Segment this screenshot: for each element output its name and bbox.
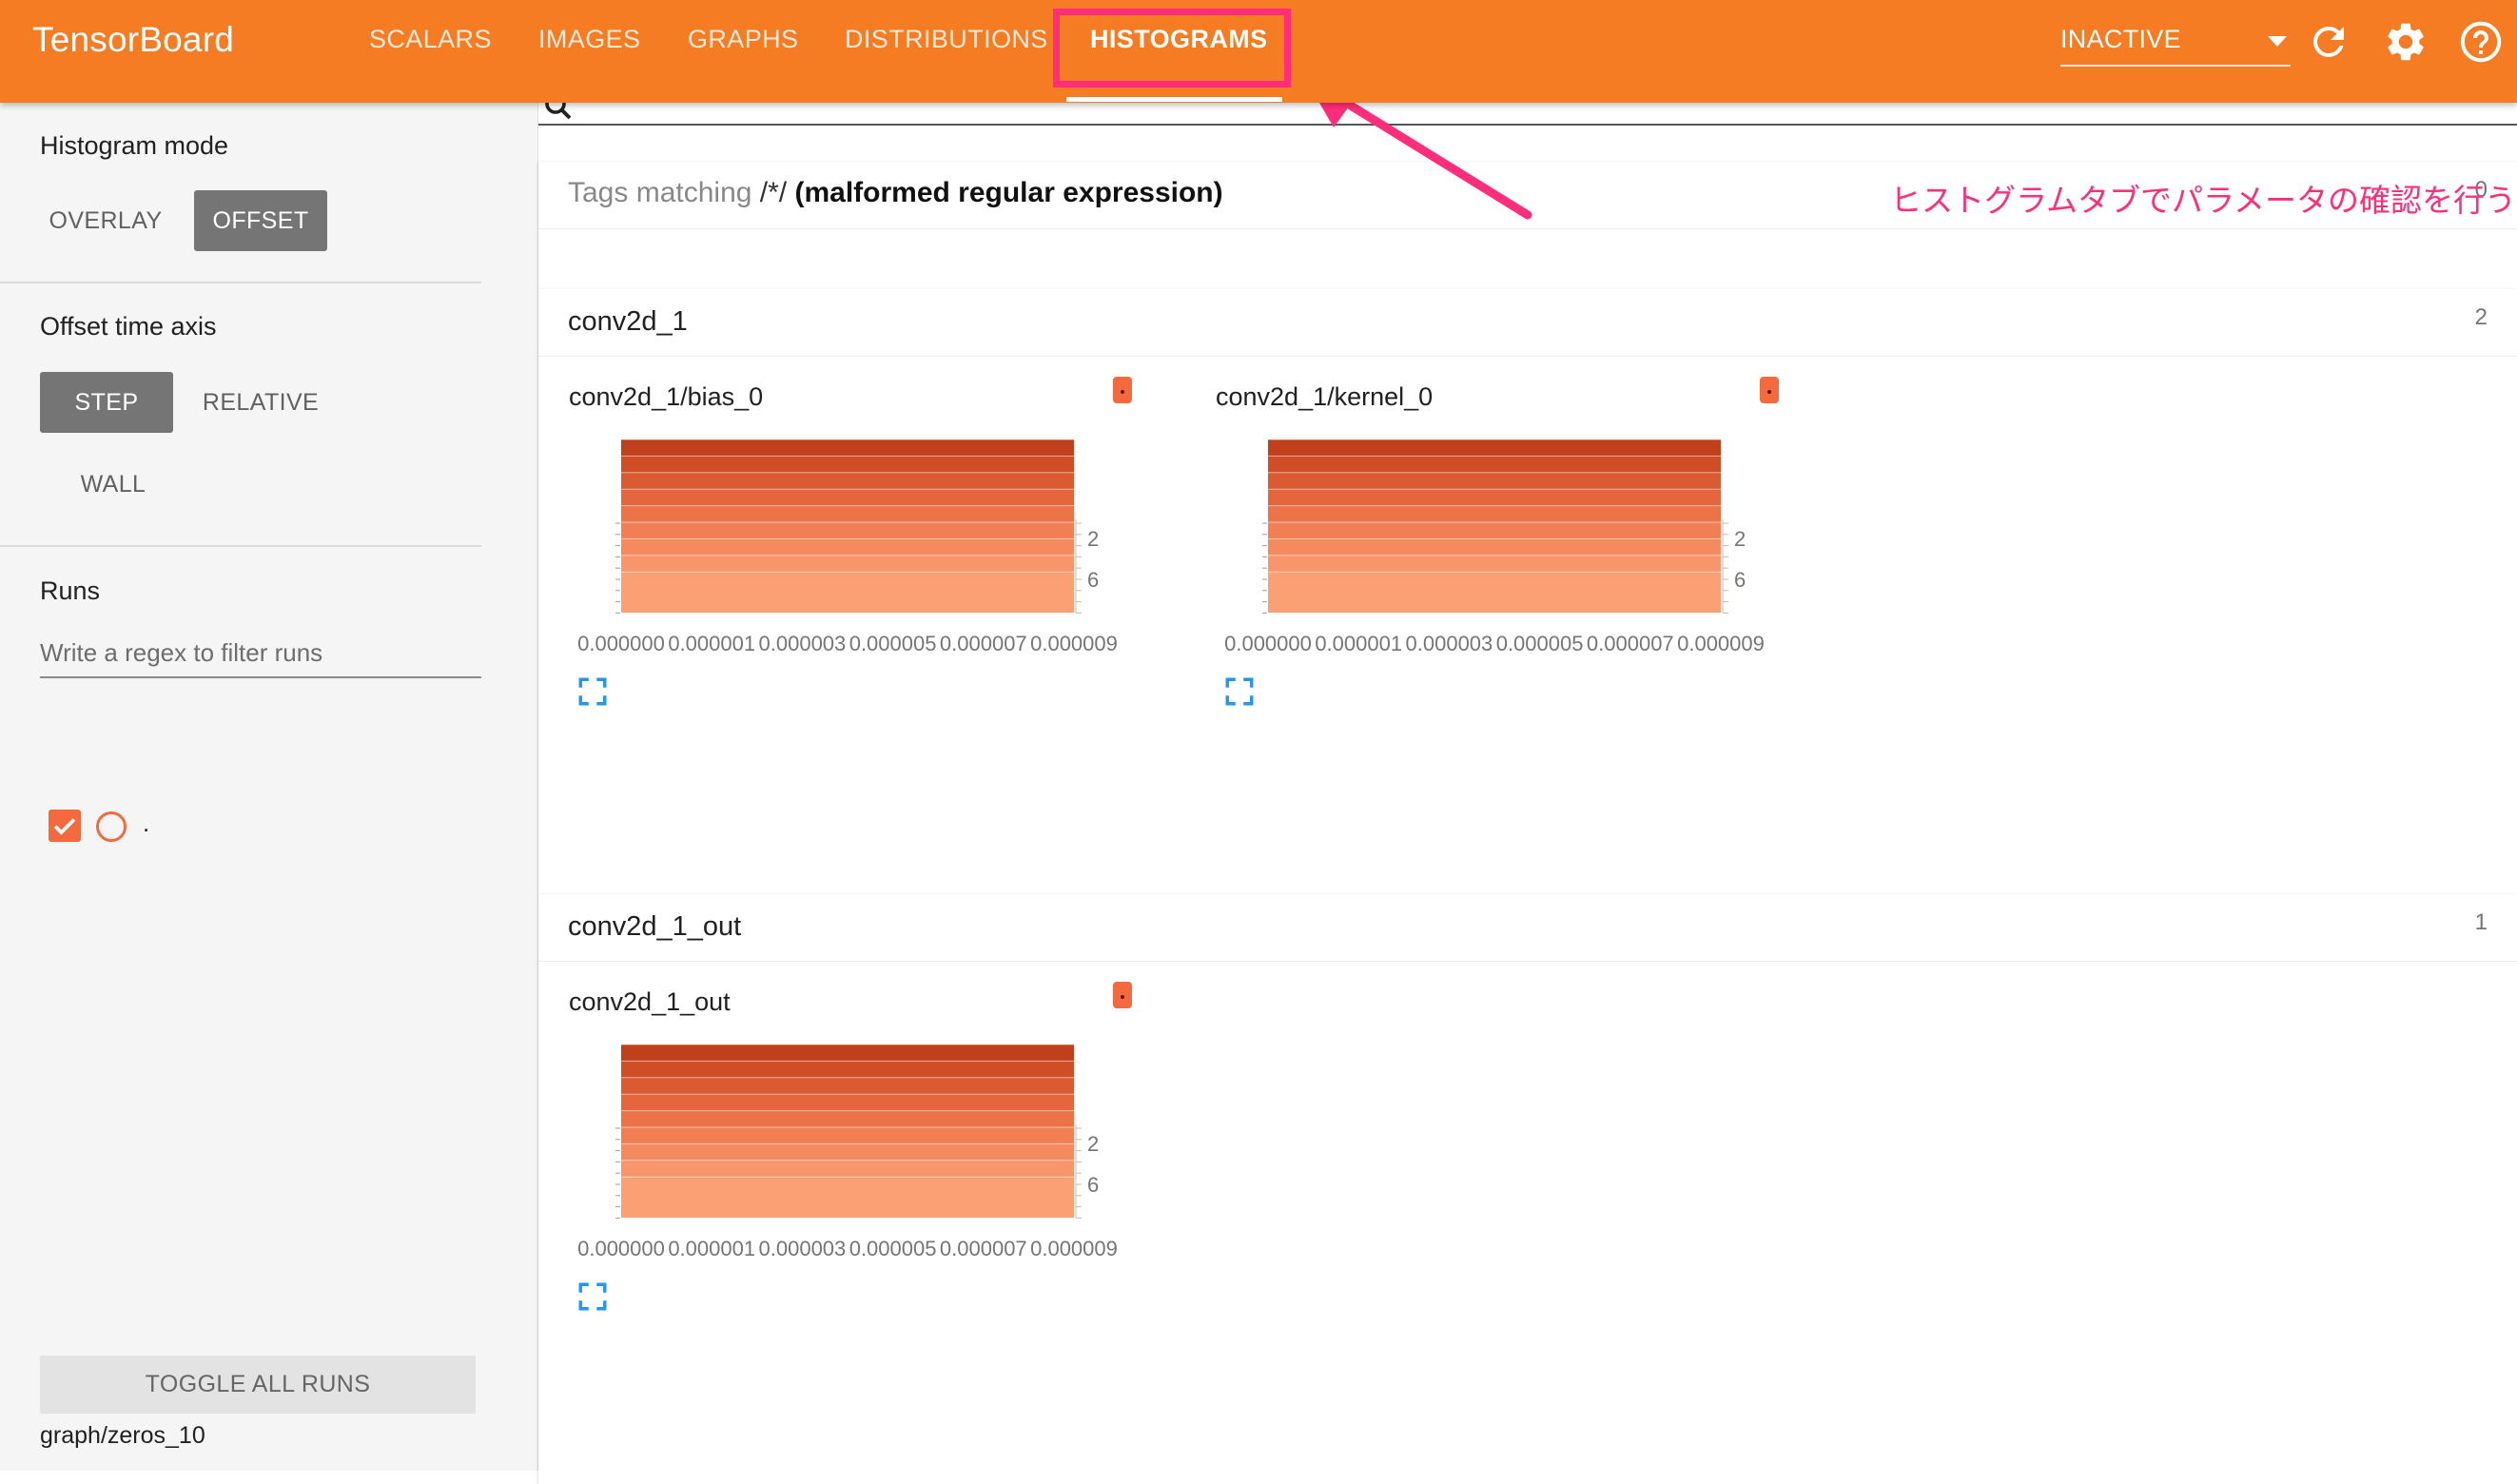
histogram-svg: 260.000000 0.000001 0.000003 0.000005 0.0000… bbox=[577, 1044, 1118, 1260]
x-tick-label: 0.000009 bbox=[1030, 632, 1118, 655]
overlay-button[interactable]: OVERLAY bbox=[38, 190, 173, 251]
settings-gear-icon[interactable] bbox=[2383, 19, 2429, 65]
x-tick-label: 0.000000 bbox=[577, 632, 665, 655]
sidebar-divider bbox=[0, 282, 481, 283]
tags-error: (malformed regular expression) bbox=[787, 177, 1223, 208]
help-icon[interactable] bbox=[2458, 19, 2504, 65]
histogram-mode-title: Histogram mode bbox=[40, 131, 229, 160]
run-checkbox[interactable] bbox=[49, 810, 81, 842]
x-tick-label: 0.000001 bbox=[668, 632, 755, 655]
group-header[interactable]: conv2d_1_out 1 bbox=[538, 894, 2517, 962]
histogram-bands bbox=[621, 1044, 1074, 1218]
x-tick-label: 0.000007 bbox=[940, 632, 1027, 655]
group-count: 1 bbox=[2474, 909, 2488, 935]
fullscreen-expand-icon-glyph bbox=[578, 677, 607, 706]
histogram-bands bbox=[1268, 439, 1721, 613]
x-tick-label: 0.000005 bbox=[1496, 632, 1584, 655]
histogram-band bbox=[621, 572, 1074, 613]
run-label: . bbox=[143, 809, 150, 837]
y-tick-label: 2 bbox=[1734, 527, 1746, 551]
histogram-chart: conv2d_1/kernel_0 2 6 0.000000 0.000001 0.00… bbox=[1185, 371, 1794, 837]
tab-images[interactable]: IMAGES bbox=[538, 25, 640, 54]
x-tick-label: 0.000003 bbox=[759, 1237, 847, 1260]
histogram-chart: conv2d_1_out 2 6 0.000000 0.000001 0.000003 0… bbox=[538, 976, 1147, 1442]
toggle-all-runs-button[interactable]: TOGGLE ALL RUNS bbox=[40, 1356, 476, 1414]
step-button[interactable]: STEP bbox=[40, 372, 173, 433]
chevron-down-icon bbox=[2268, 36, 2287, 47]
x-tick-label: 0.000001 bbox=[668, 1237, 755, 1260]
annotation-highlight-box bbox=[1053, 9, 1291, 88]
x-tick-label: 0.000009 bbox=[1030, 1237, 1118, 1260]
x-tick-label: 0.000005 bbox=[849, 1237, 937, 1260]
run-filter-input[interactable] bbox=[40, 629, 481, 678]
histogram-chart: conv2d_1/bias_0 2 6 0.000000 0.000001 0.0000… bbox=[538, 371, 1147, 837]
run-select-value: INACTIVE bbox=[2060, 25, 2181, 53]
annotation-text: ヒストグラムタブでパラメータの確認を行う bbox=[1890, 183, 2517, 218]
relative-button[interactable]: RELATIVE bbox=[192, 372, 329, 433]
sidebar: Histogram mode OVERLAY OFFSET Offset tim… bbox=[0, 103, 538, 1471]
fullscreen-expand-icon-glyph bbox=[1225, 677, 1254, 706]
run-color-radio[interactable] bbox=[96, 811, 127, 842]
sidebar-divider bbox=[0, 545, 481, 547]
y-tick-label: 6 bbox=[1087, 1173, 1099, 1197]
histogram-svg: 260.000000 0.000001 0.000003 0.000005 0.0000… bbox=[577, 439, 1118, 655]
tag-group-card: conv2d_1 2 conv2d_1/bias_0 2 6 0.000000 0.0… bbox=[538, 289, 2517, 894]
top-app-bar: TensorBoard SCALARS IMAGES GRAPHS DISTRI… bbox=[0, 0, 2517, 103]
x-tick-label: 0.000000 bbox=[1224, 632, 1312, 655]
group-header[interactable]: conv2d_1 2 bbox=[538, 289, 2517, 357]
x-tick-label: 0.000009 bbox=[1677, 632, 1765, 655]
run-select-dropdown[interactable]: INACTIVE bbox=[2060, 23, 2291, 67]
data-location-text: graph/zeros_10 bbox=[40, 1422, 205, 1449]
tags-pattern: /*/ bbox=[759, 177, 788, 208]
y-tick-label: 2 bbox=[1087, 1132, 1099, 1156]
refresh-icon[interactable] bbox=[2306, 19, 2351, 65]
offset-button[interactable]: OFFSET bbox=[194, 190, 327, 251]
tags-matching-prefix: Tags matching bbox=[568, 177, 760, 208]
active-tab-indicator bbox=[1066, 97, 1282, 102]
histogram-band bbox=[621, 1177, 1074, 1218]
histogram-band bbox=[1268, 572, 1721, 613]
fullscreen-expand-icon-glyph bbox=[578, 1282, 607, 1311]
x-tick-label: 0.000003 bbox=[1406, 632, 1493, 655]
y-tick-label: 2 bbox=[1087, 527, 1099, 551]
tags-matching-label: Tags matching /*/ (malformed regular exp… bbox=[568, 177, 1223, 209]
x-tick-label: 0.000007 bbox=[940, 1237, 1027, 1260]
tab-graphs[interactable]: GRAPHS bbox=[688, 25, 798, 54]
group-title: conv2d_1 bbox=[568, 306, 688, 337]
checkmark-icon bbox=[53, 818, 76, 835]
offset-time-axis-title: Offset time axis bbox=[40, 312, 217, 341]
tab-distributions[interactable]: DISTRIBUTIONS bbox=[845, 25, 1048, 54]
group-count: 2 bbox=[2474, 304, 2488, 330]
fullscreen-expand-icon[interactable] bbox=[1223, 675, 1256, 708]
histogram-svg: 260.000000 0.000001 0.000003 0.000005 0.0000… bbox=[1224, 439, 1765, 655]
fullscreen-expand-icon[interactable] bbox=[576, 1280, 609, 1313]
x-tick-label: 0.000003 bbox=[759, 632, 847, 655]
main-content: Tags matching /*/ (malformed regular exp… bbox=[538, 78, 2517, 1484]
x-tick-label: 0.000001 bbox=[1315, 632, 1402, 655]
wall-button[interactable]: WALL bbox=[40, 454, 186, 515]
x-tick-label: 0.000007 bbox=[1587, 632, 1674, 655]
x-tick-label: 0.000000 bbox=[577, 1237, 665, 1260]
tag-group-card: conv2d_1_out 1 conv2d_1_out 2 6 0.000000 0.… bbox=[538, 894, 2517, 1484]
x-tick-label: 0.000005 bbox=[849, 632, 937, 655]
tab-scalars[interactable]: SCALARS bbox=[369, 25, 492, 54]
y-tick-label: 6 bbox=[1087, 568, 1099, 592]
app-title: TensorBoard bbox=[32, 20, 234, 59]
fullscreen-expand-icon[interactable] bbox=[576, 675, 609, 708]
runs-title: Runs bbox=[40, 576, 101, 605]
y-tick-label: 6 bbox=[1734, 568, 1746, 592]
histogram-bands bbox=[621, 439, 1074, 613]
group-title: conv2d_1_out bbox=[568, 911, 742, 942]
